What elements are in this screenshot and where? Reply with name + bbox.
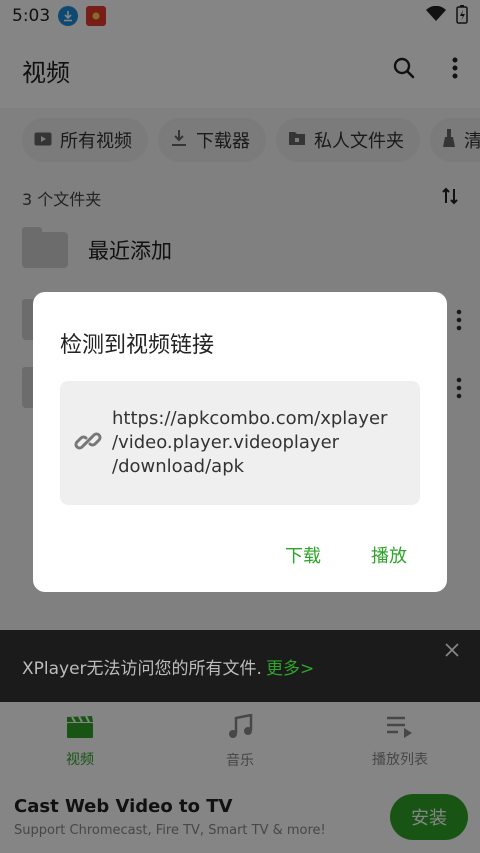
url-box: https://apkcombo.com/xplayer /video.play…: [60, 381, 420, 505]
video-link-dialog: 检测到视频链接 https://apkcombo.com/xplayer /vi…: [33, 292, 447, 592]
download-button[interactable]: 下载: [285, 542, 321, 568]
close-icon[interactable]: [444, 642, 460, 662]
detected-url: https://apkcombo.com/xplayer /video.play…: [112, 407, 387, 479]
snackbar-more-link[interactable]: 更多>: [266, 654, 314, 679]
url-line: /download/apk: [112, 456, 245, 477]
permission-snackbar: XPlayer无法访问您的所有文件. 更多>: [0, 630, 480, 702]
link-icon: [74, 427, 102, 459]
dialog-actions: 下载 播放: [285, 542, 407, 568]
snackbar-text: XPlayer无法访问您的所有文件.: [22, 658, 262, 679]
play-button[interactable]: 播放: [371, 542, 407, 568]
dialog-title: 检测到视频链接: [60, 333, 215, 358]
url-line: /video.player.videoplayer: [112, 432, 340, 453]
url-line: https://apkcombo.com/xplayer: [112, 408, 388, 429]
